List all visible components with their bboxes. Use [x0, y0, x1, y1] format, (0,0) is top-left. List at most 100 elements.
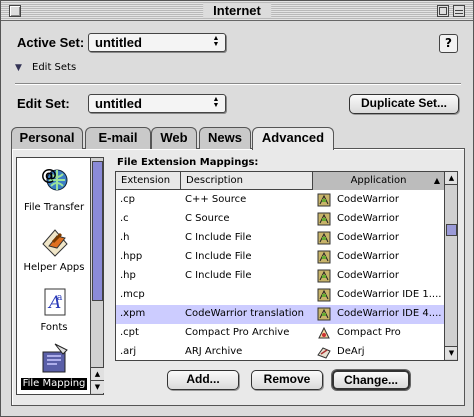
- scroll-up-arrow-icon[interactable]: ▲: [445, 172, 457, 185]
- application-name: Compact Pro: [337, 327, 401, 338]
- extension-cell: .h: [120, 232, 130, 243]
- description-cell: ARJ Archive: [185, 346, 243, 357]
- application-name: CodeWarrior: [337, 251, 400, 262]
- add-button[interactable]: Add...: [167, 370, 239, 390]
- collapse-box-icon[interactable]: [453, 5, 465, 17]
- title-bar[interactable]: Internet: [1, 1, 473, 21]
- description-cell: C++ Source: [185, 194, 247, 205]
- sidebar-item-fonts[interactable]: A a Fonts: [17, 282, 91, 340]
- codewarrior-icon: [317, 212, 331, 226]
- application-cell: CodeWarrior: [313, 248, 444, 267]
- internet-window: Internet Active Set: untitled ▲ ▼ ? ▼ Edi…: [0, 0, 474, 417]
- application-cell: CodeWarrior: [313, 210, 444, 229]
- popup-arrows-icon: ▲ ▼: [212, 35, 220, 48]
- edit-set-label: Edit Set:: [17, 96, 70, 111]
- extension-cell: .xpm: [120, 308, 146, 319]
- sidebar-item-label: Fonts: [40, 322, 68, 333]
- extension-cell: .arj: [120, 346, 137, 357]
- codewarrior-icon: [317, 307, 331, 321]
- active-set-value: untitled: [95, 35, 142, 50]
- description-cell: C Source: [185, 213, 230, 224]
- tab-personal[interactable]: Personal: [11, 127, 83, 149]
- sidebar-item-label: File Transfer: [23, 202, 85, 213]
- table-row[interactable]: .xpm CodeWarrior translation CodeWarrior I…: [116, 305, 444, 324]
- sidebar-item-file-mapping[interactable]: File Mapping: [17, 338, 91, 396]
- description-cell: [181, 286, 313, 305]
- fonts-icon: A a: [44, 288, 66, 316]
- scrollbar-thumb[interactable]: [446, 224, 457, 236]
- application-name: DeArj: [337, 346, 365, 357]
- tab-news[interactable]: News: [199, 127, 251, 149]
- mappings-table: Extension Description Application ▲ .cp C…: [115, 171, 458, 361]
- disclosure-triangle-icon[interactable]: ▼: [15, 63, 22, 73]
- codewarrior-icon: [317, 250, 331, 264]
- application-name: CodeWarrior: [337, 194, 400, 205]
- edit-set-popup[interactable]: untitled ▲ ▼: [88, 94, 226, 113]
- sidebar-item-label: Helper Apps: [23, 262, 85, 273]
- scrollbar-thumb[interactable]: [92, 161, 103, 301]
- scroll-down-arrow-icon[interactable]: ▼: [445, 346, 457, 359]
- dearj-icon: [317, 347, 331, 359]
- close-box-icon[interactable]: [9, 5, 21, 17]
- column-header-application[interactable]: Application ▲: [313, 172, 444, 190]
- table-header: Extension Description Application ▲: [116, 172, 444, 190]
- description-cell: CodeWarrior translation: [185, 308, 304, 319]
- column-header-description[interactable]: Description: [181, 172, 313, 190]
- remove-button[interactable]: Remove: [251, 370, 323, 390]
- sidebar-item-helper-apps[interactable]: Helper Apps: [17, 222, 91, 280]
- application-name: CodeWarrior: [337, 270, 400, 281]
- application-name: CodeWarrior: [337, 213, 400, 224]
- edit-set-value: untitled: [95, 96, 142, 111]
- description-cell: Compact Pro Archive: [185, 327, 290, 338]
- description-cell: C Include File: [185, 251, 252, 262]
- tab-web[interactable]: Web: [151, 127, 197, 149]
- sort-direction-icon[interactable]: ▲: [434, 172, 440, 189]
- change-button[interactable]: Change...: [332, 370, 410, 390]
- codewarrior-icon: [317, 288, 331, 302]
- svg-text:@: @: [41, 166, 57, 184]
- table-row[interactable]: .mcp CodeWarrior IDE 1....: [116, 286, 444, 305]
- edit-sets-toggle-label[interactable]: Edit Sets: [32, 62, 76, 73]
- extension-cell: .cp: [120, 194, 136, 205]
- column-header-extension[interactable]: Extension: [116, 172, 181, 190]
- table-row[interactable]: .hp C Include File CodeWarrior: [116, 267, 444, 286]
- helper-apps-icon: [42, 229, 68, 257]
- extension-cell: .c: [120, 213, 129, 224]
- extension-cell: .mcp: [120, 289, 145, 300]
- codewarrior-icon: [317, 231, 331, 245]
- compact-pro-icon: [318, 326, 330, 339]
- file-extension-mappings-title: File Extension Mappings:: [117, 157, 259, 168]
- window-title: Internet: [203, 3, 271, 18]
- tab-email[interactable]: E-mail: [85, 127, 151, 149]
- sidebar-item-label: File Mapping: [21, 378, 87, 390]
- category-list-scrollbar[interactable]: ▲ ▼: [90, 158, 104, 394]
- active-set-popup[interactable]: untitled ▲ ▼: [88, 33, 226, 52]
- table-row[interactable]: .hpp C Include File CodeWarrior: [116, 248, 444, 267]
- codewarrior-icon: [317, 193, 331, 207]
- scroll-down-arrow-icon[interactable]: ▼: [91, 380, 104, 393]
- file-mapping-icon: [42, 343, 68, 373]
- description-cell: C Include File: [185, 232, 252, 243]
- application-name: CodeWarrior IDE 4....: [337, 308, 442, 319]
- codewarrior-icon: [317, 269, 331, 283]
- table-row[interactable]: .cp C++ Source CodeWarrior: [116, 191, 444, 210]
- table-row[interactable]: .c C Source CodeWarrior: [116, 210, 444, 229]
- tab-bar: Personal E-mail Web News Advanced: [11, 127, 465, 150]
- extension-cell: .cpt: [120, 327, 139, 338]
- table-row[interactable]: .h C Include File CodeWarrior: [116, 229, 444, 248]
- mappings-scrollbar[interactable]: ▲ ▼: [444, 172, 457, 360]
- sidebar-item-file-transfer[interactable]: @ File Transfer: [17, 162, 91, 220]
- table-row[interactable]: .cpt Compact Pro Archive Compact Pro: [116, 324, 444, 343]
- extension-cell: .hpp: [120, 251, 143, 262]
- scroll-up-arrow-icon[interactable]: ▲: [91, 367, 104, 380]
- duplicate-set-button[interactable]: Duplicate Set...: [349, 94, 459, 114]
- application-cell: DeArj: [313, 343, 444, 360]
- tab-advanced[interactable]: Advanced: [252, 127, 334, 150]
- table-row[interactable]: .arj ARJ Archive DeArj: [116, 343, 444, 360]
- help-button[interactable]: ?: [439, 34, 458, 53]
- application-cell: CodeWarrior: [313, 191, 444, 210]
- popup-arrows-icon: ▲ ▼: [212, 96, 220, 109]
- zoom-box-icon[interactable]: [437, 5, 449, 17]
- application-name: CodeWarrior: [337, 232, 400, 243]
- application-name: CodeWarrior IDE 1....: [337, 289, 442, 300]
